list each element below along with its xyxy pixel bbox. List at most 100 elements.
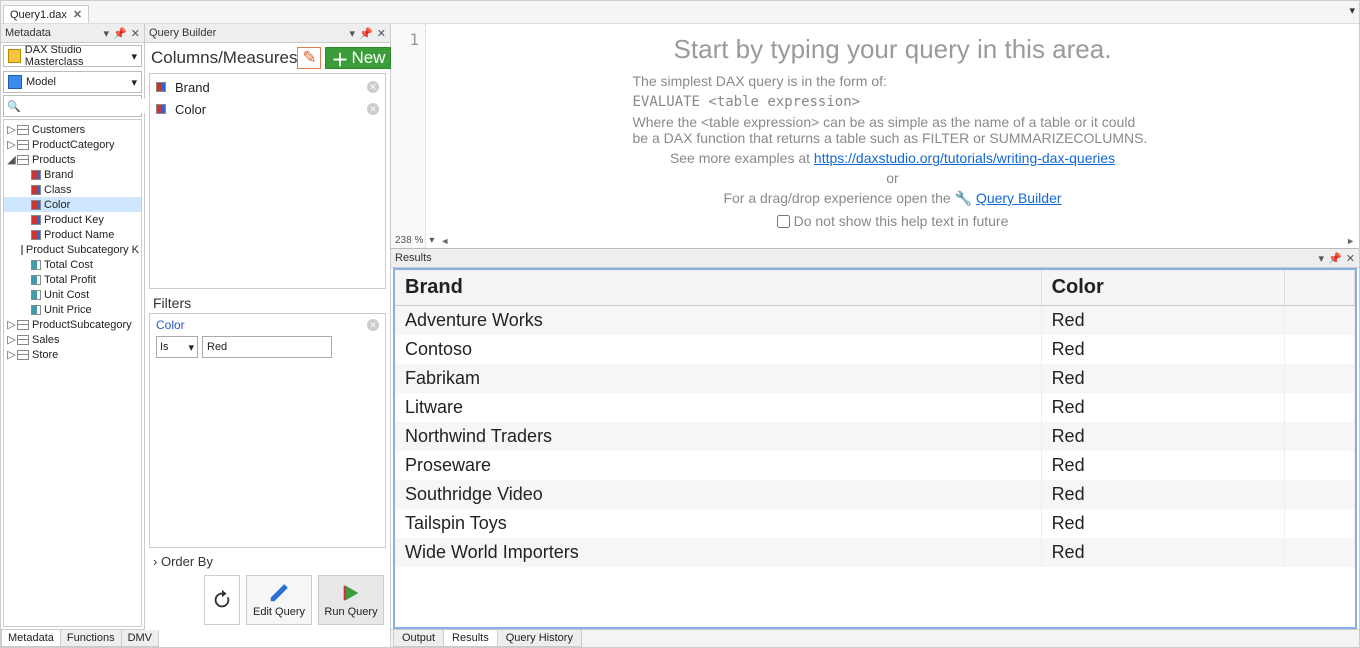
expand-icon[interactable]: ▷	[6, 333, 17, 346]
qb-column-brand[interactable]: Brand✕	[150, 76, 385, 98]
qb-column-color[interactable]: Color ✕	[150, 98, 385, 120]
expand-icon[interactable]: ◢	[6, 153, 17, 166]
expand-icon[interactable]: ▷	[6, 138, 17, 151]
tutorials-link[interactable]: https://daxstudio.org/tutorials/writing-…	[814, 150, 1115, 166]
remove-filter-icon[interactable]: ✕	[367, 319, 379, 331]
scroll-left-icon[interactable]: ◄	[440, 236, 449, 246]
tree-table-products[interactable]: ◢Products	[4, 152, 141, 167]
edit-query-button[interactable]: Edit Query	[246, 575, 312, 625]
order-by[interactable]: › Order By	[145, 548, 390, 575]
columns-measures-title: Columns/Measures	[151, 48, 297, 68]
cell-filler	[1285, 451, 1355, 480]
filter-operator-select[interactable]: Is ▾	[156, 336, 198, 358]
cell: Red	[1041, 393, 1285, 422]
pin-icon[interactable]: 📌	[113, 27, 127, 40]
editor-help-3a: See more examples at	[670, 150, 814, 166]
database-select[interactable]: DAX Studio Masterclass ▾	[3, 45, 142, 67]
autohide-icon[interactable]: ▾	[1319, 252, 1325, 265]
filters-list[interactable]: Color ✕ Is ▾ Red	[149, 313, 386, 548]
expand-icon[interactable]: ▷	[6, 348, 17, 361]
tree-column-unit-price[interactable]: Unit Price	[4, 302, 141, 317]
options-dropdown-icon[interactable]: ▾	[1349, 4, 1355, 17]
tab-results[interactable]: Results	[443, 630, 498, 647]
do-not-show-checkbox[interactable]	[777, 215, 790, 228]
cell-filler	[1285, 335, 1355, 364]
tree-column-product-subcategory-k[interactable]: Product Subcategory K	[4, 242, 141, 257]
table-row[interactable]: FabrikamRed	[395, 364, 1355, 393]
table-icon	[17, 350, 29, 360]
tree-table-store[interactable]: ▷Store	[4, 347, 141, 362]
tab-functions[interactable]: Functions	[60, 630, 122, 647]
qb-column-label: Color	[175, 102, 206, 117]
editor-or: or	[633, 170, 1153, 186]
run-query-button[interactable]: Run Query	[318, 575, 384, 625]
chevron-down-icon: ▾	[188, 341, 194, 354]
close-icon[interactable]: ✕	[377, 27, 386, 40]
table-row[interactable]: Tailspin ToysRed	[395, 509, 1355, 538]
editor-help-4a: For a drag/drop experience open the	[723, 190, 954, 206]
filter-value-input[interactable]: Red	[202, 336, 332, 358]
new-measure-button[interactable]: ＋New	[325, 47, 391, 69]
column-icon	[156, 82, 166, 92]
close-icon[interactable]: ✕	[73, 8, 82, 21]
metadata-tree[interactable]: ▷Customers▷ProductCategory◢ProductsBrand…	[3, 119, 142, 627]
pin-icon[interactable]: 📌	[359, 27, 373, 40]
pin-icon[interactable]: 📌	[1328, 252, 1342, 265]
tree-table-sales[interactable]: ▷Sales	[4, 332, 141, 347]
metadata-panel: Metadata ▾ 📌 ✕ DAX Studio Masterclass ▾ …	[1, 24, 145, 647]
remove-column-icon[interactable]: ✕	[367, 81, 379, 93]
tree-table-productcategory[interactable]: ▷ProductCategory	[4, 137, 141, 152]
query-builder-link[interactable]: Query Builder	[976, 190, 1062, 206]
close-icon[interactable]: ✕	[131, 27, 140, 40]
cell: Red	[1041, 451, 1285, 480]
column-header-color[interactable]: Color	[1041, 270, 1285, 306]
table-row[interactable]: Adventure WorksRed	[395, 306, 1355, 336]
tree-node-label: Color	[44, 199, 70, 211]
column-header-brand[interactable]: Brand	[395, 270, 1041, 306]
editor-placeholder: Start by typing your query in this area.…	[426, 24, 1359, 248]
close-icon[interactable]: ✕	[1346, 252, 1355, 265]
autohide-icon[interactable]: ▾	[350, 27, 356, 40]
tree-column-total-profit[interactable]: Total Profit	[4, 272, 141, 287]
autohide-icon[interactable]: ▾	[104, 27, 110, 40]
expand-icon[interactable]: ▷	[6, 123, 17, 136]
table-row[interactable]: ContosoRed	[395, 335, 1355, 364]
expand-icon[interactable]: ▷	[6, 318, 17, 331]
tree-table-productsubcategory[interactable]: ▷ProductSubcategory	[4, 317, 141, 332]
tree-column-class[interactable]: Class	[4, 182, 141, 197]
tree-column-brand[interactable]: Brand	[4, 167, 141, 182]
tree-column-total-cost[interactable]: Total Cost	[4, 257, 141, 272]
zoom-level[interactable]: 238 %	[395, 235, 423, 246]
table-icon	[17, 140, 29, 150]
tree-column-unit-cost[interactable]: Unit Cost	[4, 287, 141, 302]
zoom-dropdown-icon[interactable]: ▾	[429, 235, 434, 246]
table-row[interactable]: Southridge VideoRed	[395, 480, 1355, 509]
file-tab-strip: Query1.dax ✕ ▾	[1, 1, 1359, 24]
scroll-right-icon[interactable]: ►	[1346, 236, 1355, 246]
tree-column-product-key[interactable]: Product Key	[4, 212, 141, 227]
column-icon	[31, 200, 41, 210]
file-tab-query1[interactable]: Query1.dax ✕	[3, 5, 89, 23]
model-select[interactable]: Model ▾	[3, 71, 142, 93]
table-row[interactable]: LitwareRed	[395, 393, 1355, 422]
query-builder-title: Query Builder	[149, 27, 216, 39]
editor-help-code: EVALUATE <table expression>	[633, 94, 861, 110]
edit-measure-button[interactable]: ✎	[297, 47, 321, 69]
refresh-button[interactable]	[204, 575, 240, 625]
tree-table-customers[interactable]: ▷Customers	[4, 122, 141, 137]
tab-metadata[interactable]: Metadata	[1, 630, 61, 647]
table-row[interactable]: Wide World ImportersRed	[395, 538, 1355, 567]
metadata-search[interactable]: 🔍	[3, 95, 142, 117]
table-row[interactable]: Northwind TradersRed	[395, 422, 1355, 451]
results-grid[interactable]: BrandColorAdventure WorksRedContosoRedFa…	[393, 268, 1357, 629]
columns-list[interactable]: Brand✕ Color ✕	[149, 73, 386, 289]
cell: Red	[1041, 306, 1285, 336]
remove-column-icon[interactable]: ✕	[367, 103, 379, 115]
table-row[interactable]: ProsewareRed	[395, 451, 1355, 480]
query-editor[interactable]: 1 Start by typing your query in this are…	[391, 24, 1359, 249]
tree-column-product-name[interactable]: Product Name	[4, 227, 141, 242]
tab-output[interactable]: Output	[393, 630, 444, 647]
tree-column-color[interactable]: Color	[4, 197, 141, 212]
tab-query-history[interactable]: Query History	[497, 630, 582, 647]
editor-help-2: Where the <table expression> can be as s…	[633, 114, 1153, 146]
